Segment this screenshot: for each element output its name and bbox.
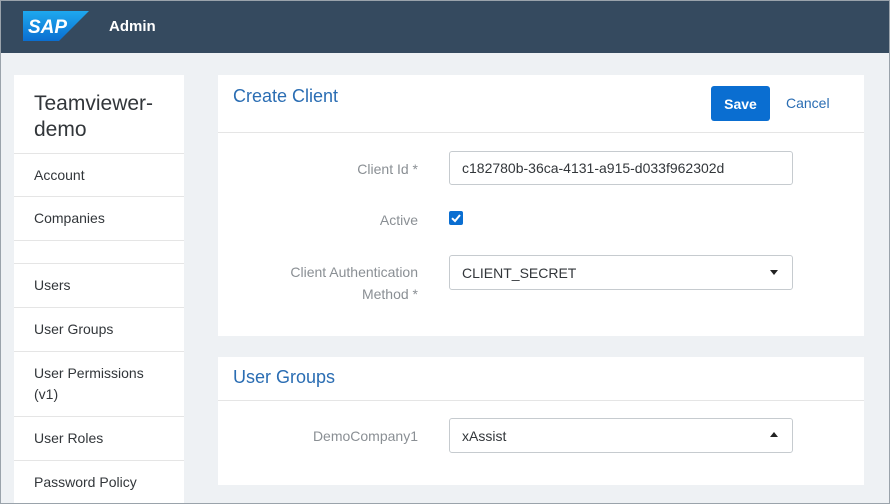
- active-checkbox[interactable]: [449, 211, 463, 225]
- auth-method-value: CLIENT_SECRET: [462, 264, 577, 281]
- active-label: Active: [379, 212, 418, 228]
- auth-method-select[interactable]: CLIENT_SECRET: [449, 255, 793, 290]
- org-name: Teamviewer-demo: [34, 92, 154, 141]
- sap-logo-text: SAP: [28, 17, 67, 38]
- chevron-up-icon: [770, 432, 778, 437]
- sidebar-item-user-permissions[interactable]: User Permissions (v1): [14, 351, 184, 416]
- sidebar-item-user-roles[interactable]: User Roles: [14, 416, 184, 460]
- cancel-button[interactable]: Cancel: [786, 95, 830, 111]
- user-group-value: xAssist: [462, 427, 507, 444]
- company-label: DemoCompany1: [312, 428, 418, 444]
- app-title: Admin: [109, 18, 156, 35]
- user-groups-title: User Groups: [233, 367, 336, 387]
- client-id-label: Client Id *: [357, 161, 418, 177]
- user-groups-card: User Groups DemoCompany1 xAssist: [218, 357, 864, 485]
- user-groups-divider: [218, 400, 864, 401]
- shell-bar: SAP Admin: [1, 1, 889, 53]
- create-client-title: Create Client: [233, 86, 339, 106]
- sidebar-item-password-policy[interactable]: Password Policy: [14, 460, 184, 503]
- sidebar-item-users[interactable]: Users: [14, 263, 184, 307]
- checkmark-icon: [451, 214, 461, 223]
- app-window: SAP Admin Teamviewer-demo Account Compan…: [0, 0, 890, 504]
- sidebar: Teamviewer-demo Account Companies Users …: [14, 75, 184, 503]
- sidebar-item-companies[interactable]: Companies: [14, 196, 184, 240]
- sidebar-item-empty: [14, 240, 184, 263]
- header-divider: [218, 132, 864, 133]
- user-group-select[interactable]: xAssist: [449, 418, 793, 453]
- create-client-card: Create Client Save Cancel Client Id * Ac…: [218, 75, 864, 336]
- sap-logo[interactable]: SAP: [23, 11, 89, 41]
- client-id-input[interactable]: [449, 151, 793, 185]
- auth-method-label: Client Authentication Method *: [290, 264, 418, 302]
- sidebar-item-account[interactable]: Account: [14, 153, 184, 196]
- chevron-down-icon: [770, 270, 778, 275]
- sidebar-item-user-groups[interactable]: User Groups: [14, 307, 184, 351]
- save-button[interactable]: Save: [711, 86, 770, 121]
